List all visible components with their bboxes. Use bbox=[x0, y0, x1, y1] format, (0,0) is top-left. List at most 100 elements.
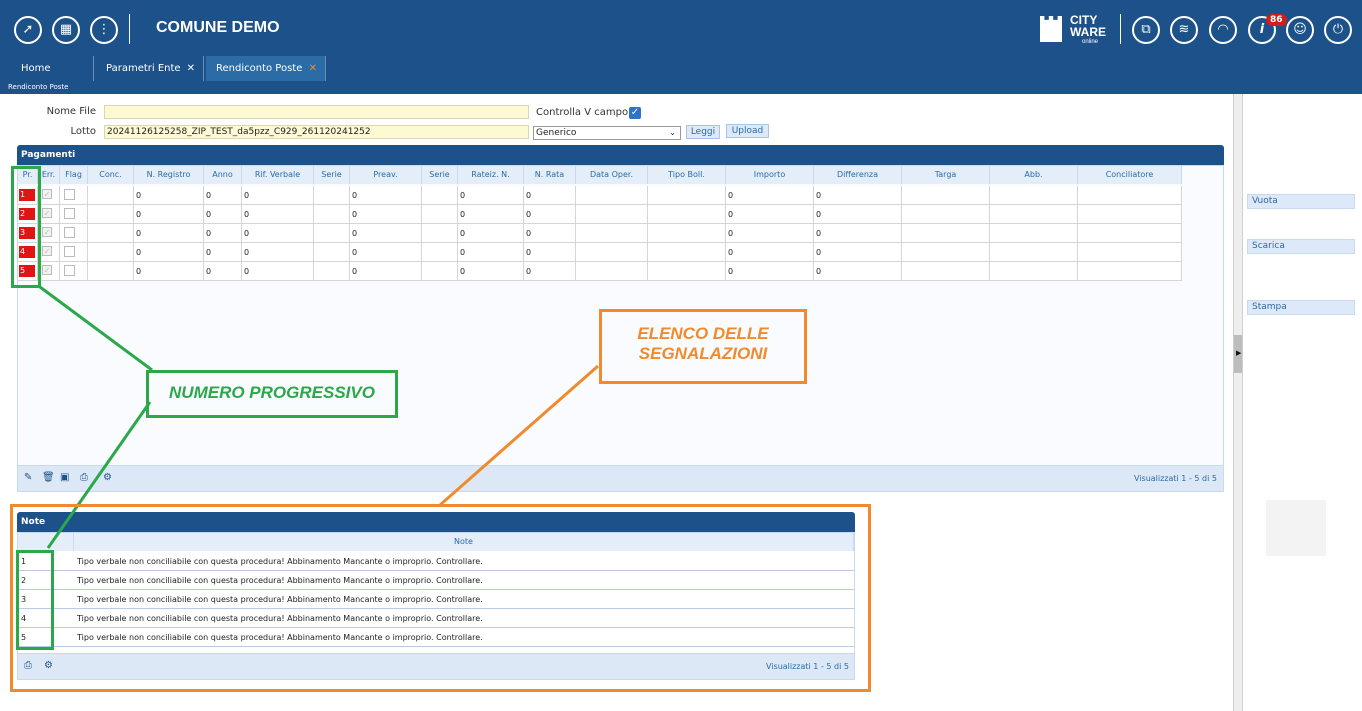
table-cell[interactable]: 0 bbox=[204, 262, 242, 281]
table-cell[interactable]: 0 bbox=[242, 262, 314, 281]
table-cell[interactable]: 0 bbox=[350, 205, 422, 224]
col-header[interactable]: N. Registro bbox=[134, 166, 204, 184]
col-header[interactable]: Rif. Verbale bbox=[242, 166, 314, 184]
table-cell[interactable]: 0 bbox=[814, 186, 902, 205]
table-cell[interactable]: 0 bbox=[726, 243, 814, 262]
print-icon[interactable]: ⎙ bbox=[80, 472, 88, 483]
nome-file-input[interactable] bbox=[104, 105, 529, 119]
save-icon[interactable]: ▣ bbox=[60, 472, 69, 483]
table-cell[interactable]: 0 bbox=[350, 224, 422, 243]
table-cell[interactable]: 0 bbox=[814, 262, 902, 281]
table-cell[interactable] bbox=[576, 205, 648, 224]
table-cell[interactable] bbox=[648, 186, 726, 205]
table-cell[interactable] bbox=[60, 262, 88, 281]
table-cell[interactable] bbox=[990, 224, 1078, 243]
table-cell[interactable]: 0 bbox=[204, 224, 242, 243]
col-header[interactable]: Abb. bbox=[990, 166, 1078, 184]
layers-icon[interactable]: ≋ bbox=[1170, 16, 1198, 44]
table-cell[interactable]: 0 bbox=[134, 186, 204, 205]
more-vertical-icon[interactable]: ⋮ bbox=[90, 16, 118, 44]
table-cell[interactable] bbox=[422, 205, 458, 224]
close-icon[interactable]: ✕ bbox=[309, 56, 317, 81]
table-cell[interactable]: 0 bbox=[814, 224, 902, 243]
table-cell[interactable] bbox=[902, 186, 990, 205]
table-cell[interactable] bbox=[314, 243, 350, 262]
table-cell[interactable] bbox=[88, 262, 134, 281]
table-cell[interactable] bbox=[422, 224, 458, 243]
table-cell[interactable] bbox=[576, 224, 648, 243]
table-cell[interactable]: ✓ bbox=[38, 205, 60, 224]
table-cell[interactable] bbox=[314, 224, 350, 243]
close-icon[interactable]: ✕ bbox=[187, 56, 195, 81]
table-cell[interactable]: 0 bbox=[458, 243, 524, 262]
table-cell[interactable] bbox=[422, 243, 458, 262]
col-header[interactable]: Differenza bbox=[814, 166, 902, 184]
table-cell[interactable]: 0 bbox=[134, 224, 204, 243]
table-cell[interactable] bbox=[88, 186, 134, 205]
power-icon[interactable]: ⏻ bbox=[1324, 16, 1352, 44]
table-cell[interactable] bbox=[1078, 224, 1182, 243]
table-cell[interactable] bbox=[88, 224, 134, 243]
table-cell[interactable]: 0 bbox=[726, 262, 814, 281]
table-cell[interactable]: ✓ bbox=[38, 224, 60, 243]
col-header[interactable]: Flag bbox=[60, 166, 88, 184]
table-cell[interactable]: 0 bbox=[458, 186, 524, 205]
table-cell[interactable] bbox=[576, 262, 648, 281]
table-cell[interactable] bbox=[648, 205, 726, 224]
col-header[interactable]: Serie bbox=[314, 166, 350, 184]
flag-checkbox[interactable] bbox=[64, 189, 75, 200]
grid-icon[interactable]: ▦ bbox=[52, 16, 80, 44]
flag-checkbox[interactable] bbox=[64, 227, 75, 238]
table-cell[interactable]: 0 bbox=[134, 243, 204, 262]
vuota-button[interactable]: Vuota bbox=[1247, 194, 1355, 209]
table-cell[interactable] bbox=[648, 243, 726, 262]
table-cell[interactable] bbox=[902, 262, 990, 281]
table-cell[interactable] bbox=[88, 243, 134, 262]
table-cell[interactable]: 0 bbox=[524, 243, 576, 262]
table-cell[interactable]: 0 bbox=[134, 262, 204, 281]
table-cell[interactable]: 0 bbox=[204, 205, 242, 224]
table-cell[interactable]: 0 bbox=[134, 205, 204, 224]
table-cell[interactable] bbox=[576, 243, 648, 262]
table-cell[interactable]: 0 bbox=[814, 205, 902, 224]
table-cell[interactable]: 0 bbox=[242, 224, 314, 243]
flag-checkbox[interactable] bbox=[64, 246, 75, 257]
tab-home[interactable]: Home bbox=[11, 56, 94, 81]
table-cell[interactable] bbox=[576, 186, 648, 205]
table-cell[interactable]: 0 bbox=[726, 205, 814, 224]
windows-icon[interactable]: ⧉ bbox=[1132, 16, 1160, 44]
flag-checkbox[interactable] bbox=[64, 208, 75, 219]
table-cell[interactable]: 0 bbox=[350, 262, 422, 281]
table-cell[interactable]: 0 bbox=[458, 205, 524, 224]
table-cell[interactable] bbox=[60, 224, 88, 243]
table-cell[interactable]: 0 bbox=[204, 186, 242, 205]
table-cell[interactable] bbox=[902, 224, 990, 243]
table-cell[interactable] bbox=[314, 186, 350, 205]
headset-icon[interactable]: ◠ bbox=[1209, 16, 1237, 44]
table-cell[interactable]: ✓ bbox=[38, 243, 60, 262]
col-header[interactable]: N. Rata bbox=[524, 166, 576, 184]
table-cell[interactable] bbox=[88, 205, 134, 224]
flag-checkbox[interactable] bbox=[64, 265, 75, 276]
user-icon[interactable]: ☺ bbox=[1286, 16, 1314, 44]
table-cell[interactable] bbox=[422, 186, 458, 205]
lotto-input[interactable]: 20241126125258_ZIP_TEST_da5pzz_C929_2611… bbox=[104, 125, 529, 139]
tipo-select[interactable]: Generico ⌄ bbox=[533, 126, 681, 140]
col-header[interactable]: Anno bbox=[204, 166, 242, 184]
leggi-button[interactable]: Leggi bbox=[686, 125, 720, 139]
table-cell[interactable]: ✓ bbox=[38, 186, 60, 205]
col-header[interactable]: Tipo Boll. bbox=[648, 166, 726, 184]
stampa-button[interactable]: Stampa bbox=[1247, 300, 1355, 315]
trash-icon[interactable]: 🗑 bbox=[42, 472, 55, 483]
table-cell[interactable] bbox=[648, 262, 726, 281]
table-cell[interactable] bbox=[990, 205, 1078, 224]
table-cell[interactable]: 0 bbox=[242, 205, 314, 224]
table-cell[interactable]: 0 bbox=[458, 262, 524, 281]
col-header[interactable]: Importo bbox=[726, 166, 814, 184]
rocket-icon[interactable]: ➚ bbox=[14, 16, 42, 44]
upload-button[interactable]: Upload bbox=[726, 124, 769, 138]
scarica-button[interactable]: Scarica bbox=[1247, 239, 1355, 254]
table-cell[interactable]: 0 bbox=[350, 243, 422, 262]
table-cell[interactable]: 0 bbox=[524, 262, 576, 281]
table-cell[interactable] bbox=[1078, 186, 1182, 205]
